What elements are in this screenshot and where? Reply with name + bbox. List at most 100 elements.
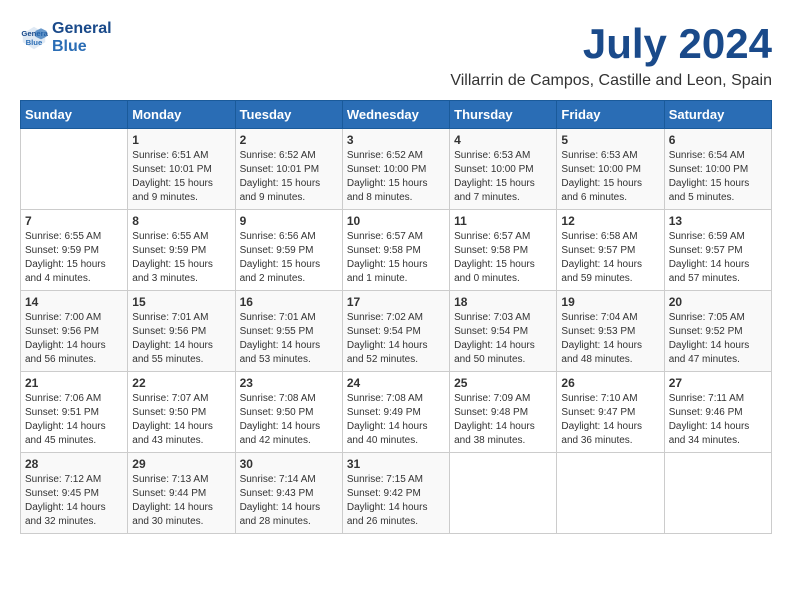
day-info: Sunrise: 7:15 AMSunset: 9:42 PMDaylight:… [347,473,445,529]
day-cell: 25 Sunrise: 7:09 AMSunset: 9:48 PMDayligh… [450,372,557,453]
day-cell [557,453,664,534]
day-cell: 1 Sunrise: 6:51 AMSunset: 10:01 PMDayligh… [128,129,235,210]
day-number: 2 [240,133,338,147]
day-info: Sunrise: 7:09 AMSunset: 9:48 PMDaylight:… [454,392,552,448]
day-number: 9 [240,214,338,228]
day-cell: 9 Sunrise: 6:56 AMSunset: 9:59 PMDaylight… [235,210,342,291]
day-cell: 13 Sunrise: 6:59 AMSunset: 9:57 PMDayligh… [664,210,771,291]
day-cell: 10 Sunrise: 6:57 AMSunset: 9:58 PMDayligh… [342,210,449,291]
day-number: 1 [132,133,230,147]
day-number: 29 [132,457,230,471]
day-number: 19 [561,295,659,309]
day-cell: 29 Sunrise: 7:13 AMSunset: 9:44 PMDayligh… [128,453,235,534]
day-info: Sunrise: 7:08 AMSunset: 9:49 PMDaylight:… [347,392,445,448]
day-info: Sunrise: 6:58 AMSunset: 9:57 PMDaylight:… [561,230,659,286]
day-info: Sunrise: 7:13 AMSunset: 9:44 PMDaylight:… [132,473,230,529]
calendar-header-row: SundayMondayTuesdayWednesdayThursdayFrid… [21,101,772,129]
day-info: Sunrise: 7:01 AMSunset: 9:56 PMDaylight:… [132,311,230,367]
day-cell: 3Sunrise: 6:52 AMSunset: 10:00 PMDayligh… [342,129,449,210]
day-info: Sunrise: 7:07 AMSunset: 9:50 PMDaylight:… [132,392,230,448]
day-cell: 11Sunrise: 6:57 AMSunset: 9:58 PMDayligh… [450,210,557,291]
day-number: 16 [240,295,338,309]
day-info: Sunrise: 7:11 AMSunset: 9:46 PMDaylight:… [669,392,767,448]
day-cell: 8 Sunrise: 6:55 AMSunset: 9:59 PMDaylight… [128,210,235,291]
day-info: Sunrise: 6:55 AMSunset: 9:59 PMDaylight:… [25,230,123,286]
day-cell [450,453,557,534]
day-number: 7 [25,214,123,228]
day-info: Sunrise: 6:56 AMSunset: 9:59 PMDaylight:… [240,230,338,286]
day-info: Sunrise: 7:14 AMSunset: 9:43 PMDaylight:… [240,473,338,529]
day-info: Sunrise: 6:57 AMSunset: 9:58 PMDaylight:… [347,230,445,286]
day-info: Sunrise: 6:51 AMSunset: 10:01 PMDaylight… [132,149,230,205]
day-number: 25 [454,376,552,390]
day-number: 26 [561,376,659,390]
day-number: 21 [25,376,123,390]
day-number: 11 [454,214,552,228]
day-cell: 15 Sunrise: 7:01 AMSunset: 9:56 PMDayligh… [128,291,235,372]
day-number: 18 [454,295,552,309]
week-row-4: 21Sunrise: 7:06 AMSunset: 9:51 PMDayligh… [21,372,772,453]
day-cell: 16 Sunrise: 7:01 AMSunset: 9:55 PMDayligh… [235,291,342,372]
week-row-2: 7 Sunrise: 6:55 AMSunset: 9:59 PMDaylight… [21,210,772,291]
logo: General Blue General Blue [20,20,112,55]
day-info: Sunrise: 7:02 AMSunset: 9:54 PMDaylight:… [347,311,445,367]
day-cell: 19 Sunrise: 7:04 AMSunset: 9:53 PMDayligh… [557,291,664,372]
day-cell: 22 Sunrise: 7:07 AMSunset: 9:50 PMDayligh… [128,372,235,453]
day-number: 20 [669,295,767,309]
location-title: Villarrin de Campos, Castille and Leon, … [20,72,772,90]
day-info: Sunrise: 7:01 AMSunset: 9:55 PMDaylight:… [240,311,338,367]
day-cell: 28Sunrise: 7:12 AMSunset: 9:45 PMDayligh… [21,453,128,534]
logo-icon: General Blue [20,24,48,52]
week-row-1: 1 Sunrise: 6:51 AMSunset: 10:01 PMDayligh… [21,129,772,210]
column-header-friday: Friday [557,101,664,129]
day-number: 24 [347,376,445,390]
day-number: 22 [132,376,230,390]
day-number: 30 [240,457,338,471]
day-cell: 14Sunrise: 7:00 AMSunset: 9:56 PMDayligh… [21,291,128,372]
day-cell: 20 Sunrise: 7:05 AMSunset: 9:52 PMDayligh… [664,291,771,372]
day-number: 17 [347,295,445,309]
day-info: Sunrise: 6:55 AMSunset: 9:59 PMDaylight:… [132,230,230,286]
day-number: 5 [561,133,659,147]
day-cell [21,129,128,210]
day-info: Sunrise: 7:04 AMSunset: 9:53 PMDaylight:… [561,311,659,367]
day-cell: 4Sunrise: 6:53 AMSunset: 10:00 PMDayligh… [450,129,557,210]
day-cell: 6Sunrise: 6:54 AMSunset: 10:00 PMDayligh… [664,129,771,210]
day-cell: 23Sunrise: 7:08 AMSunset: 9:50 PMDayligh… [235,372,342,453]
column-header-saturday: Saturday [664,101,771,129]
day-number: 13 [669,214,767,228]
day-number: 28 [25,457,123,471]
page-header: General Blue General Blue July 2024 [20,20,772,68]
day-cell: 24 Sunrise: 7:08 AMSunset: 9:49 PMDayligh… [342,372,449,453]
day-cell: 12Sunrise: 6:58 AMSunset: 9:57 PMDayligh… [557,210,664,291]
month-title: July 2024 [583,20,772,68]
week-row-3: 14Sunrise: 7:00 AMSunset: 9:56 PMDayligh… [21,291,772,372]
day-info: Sunrise: 6:53 AMSunset: 10:00 PMDaylight… [561,149,659,205]
day-number: 10 [347,214,445,228]
day-cell: 2 Sunrise: 6:52 AMSunset: 10:01 PMDayligh… [235,129,342,210]
day-number: 6 [669,133,767,147]
calendar-table: SundayMondayTuesdayWednesdayThursdayFrid… [20,100,772,534]
day-cell: 27 Sunrise: 7:11 AMSunset: 9:46 PMDayligh… [664,372,771,453]
day-cell: 30 Sunrise: 7:14 AMSunset: 9:43 PMDayligh… [235,453,342,534]
day-info: Sunrise: 7:03 AMSunset: 9:54 PMDaylight:… [454,311,552,367]
day-info: Sunrise: 7:05 AMSunset: 9:52 PMDaylight:… [669,311,767,367]
day-cell: 5 Sunrise: 6:53 AMSunset: 10:00 PMDayligh… [557,129,664,210]
day-number: 14 [25,295,123,309]
day-cell: 17 Sunrise: 7:02 AMSunset: 9:54 PMDayligh… [342,291,449,372]
column-header-sunday: Sunday [21,101,128,129]
day-number: 27 [669,376,767,390]
day-cell: 31Sunrise: 7:15 AMSunset: 9:42 PMDayligh… [342,453,449,534]
day-number: 15 [132,295,230,309]
svg-text:Blue: Blue [26,38,43,47]
title-section: July 2024 [583,20,772,68]
column-header-monday: Monday [128,101,235,129]
day-info: Sunrise: 6:59 AMSunset: 9:57 PMDaylight:… [669,230,767,286]
day-number: 4 [454,133,552,147]
day-info: Sunrise: 6:52 AMSunset: 10:00 PMDaylight… [347,149,445,205]
day-number: 23 [240,376,338,390]
day-cell [664,453,771,534]
day-number: 8 [132,214,230,228]
logo-text: General Blue [52,20,112,55]
day-info: Sunrise: 6:52 AMSunset: 10:01 PMDaylight… [240,149,338,205]
